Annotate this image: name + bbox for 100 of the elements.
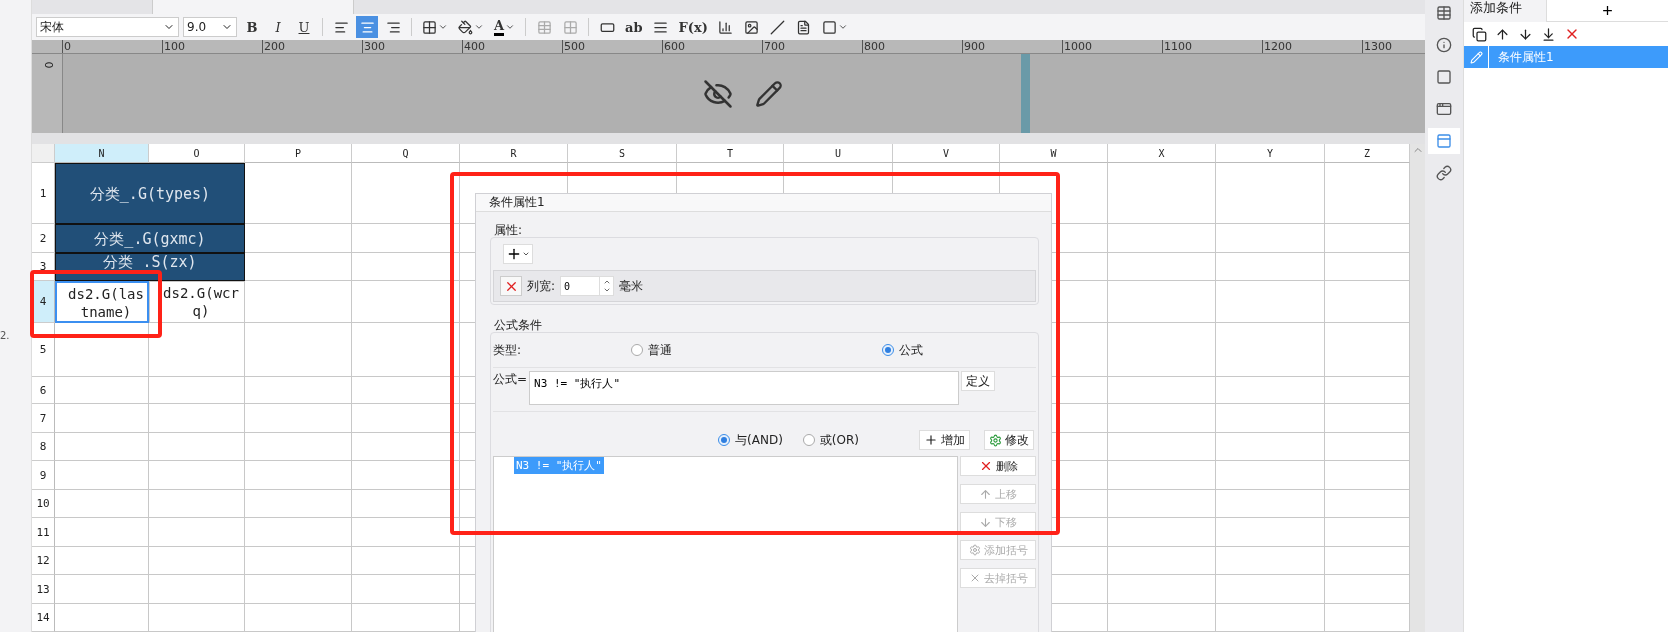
table-cell[interactable] [55,461,149,490]
table-cell[interactable] [149,575,245,604]
text-button[interactable]: ab [622,16,646,38]
logic-radio[interactable]: 与(AND) [718,431,783,449]
table-cell[interactable] [352,163,460,224]
copy-icon[interactable] [1472,26,1487,42]
add-button[interactable]: 增加 [919,430,970,450]
table-cell[interactable] [245,253,352,281]
table-cell[interactable] [245,163,352,224]
column-header[interactable]: U [784,144,893,163]
table-cell[interactable]: ds2.G(lastname) [55,281,149,323]
row-header[interactable]: 7 [32,404,55,433]
add-attribute-button[interactable] [503,244,533,264]
table-cell[interactable] [1325,377,1410,404]
column-header[interactable]: T [677,144,784,163]
table-cell[interactable] [149,377,245,404]
table-cell[interactable] [352,604,460,632]
bold-button[interactable]: B [241,16,263,38]
table-cell[interactable] [1325,163,1410,224]
table-cell[interactable] [1216,404,1325,433]
table-cell[interactable] [1108,461,1216,490]
table-cell[interactable] [55,404,149,433]
delete-button[interactable]: 删除 [960,456,1036,476]
type-radio[interactable]: 普通 [631,341,673,359]
table-cell[interactable] [1325,404,1410,433]
radio-dot[interactable] [718,434,731,446]
column-header[interactable]: O [149,144,245,163]
table-cell[interactable] [55,433,149,461]
spin-up-icon[interactable] [602,278,611,286]
table-cell[interactable] [352,547,460,575]
table-cell[interactable] [1108,604,1216,632]
table-cell[interactable] [55,604,149,632]
column-header[interactable]: Q [352,144,460,163]
table-cell[interactable] [245,604,352,632]
table-cell[interactable] [1108,433,1216,461]
column-header[interactable]: R [460,144,568,163]
arrow-up-icon[interactable] [1495,26,1510,42]
delete-button[interactable] [500,276,522,296]
table-cell[interactable] [55,490,149,518]
table-cell[interactable] [245,461,352,490]
table-cell[interactable] [245,547,352,575]
table-cell[interactable] [149,518,245,547]
arrow-down-icon[interactable] [1518,26,1533,42]
table-cell[interactable] [1325,518,1410,547]
move-bottom-icon[interactable] [1541,26,1556,42]
table-cell[interactable] [245,323,352,377]
table-cell[interactable] [149,433,245,461]
column-header[interactable]: N [55,144,149,163]
italic-button[interactable]: I [267,16,289,38]
row-header[interactable]: 13 [32,575,55,604]
table-cell[interactable] [1108,323,1216,377]
define-button[interactable]: 定义 [961,371,996,391]
column-header[interactable]: Y [1216,144,1325,163]
table-cell[interactable] [149,404,245,433]
logic-radio[interactable]: 或(OR) [802,431,859,449]
table-cell[interactable] [245,281,352,323]
table-cell[interactable] [1216,377,1325,404]
font-select[interactable]: 宋体 [36,17,179,37]
table-cell[interactable] [55,377,149,404]
table-cell[interactable] [55,323,149,377]
table-cell[interactable] [245,433,352,461]
add-tab-button[interactable]: + [1546,0,1668,22]
table-cell[interactable] [1216,461,1325,490]
modify-button[interactable]: 修改 [984,430,1034,450]
table-cell[interactable] [1216,433,1325,461]
table-cell[interactable] [1108,490,1216,518]
table-cell[interactable] [55,575,149,604]
table-cell[interactable] [1216,253,1325,281]
select-all-corner[interactable] [32,144,55,163]
radio-dot[interactable] [802,434,815,446]
row-header[interactable]: 2 [32,224,55,253]
table-cell[interactable] [1108,547,1216,575]
column-header[interactable]: W [1000,144,1108,163]
table-cell[interactable] [1216,547,1325,575]
table-cell[interactable] [245,224,352,253]
table-cell[interactable] [352,224,460,253]
formula-button[interactable]: F(x) [675,16,711,38]
pencil-icon[interactable] [755,79,783,108]
table-cell[interactable] [352,253,460,281]
radio-dot[interactable] [631,344,644,356]
width-field[interactable]: 0 [560,276,601,296]
table-cell[interactable] [1216,604,1325,632]
table-cell[interactable] [352,281,460,323]
table-cell[interactable] [1216,575,1325,604]
table-cell[interactable] [1325,281,1410,323]
radio-dot[interactable] [882,344,895,356]
table-cell[interactable] [1108,281,1216,323]
table-cell[interactable] [352,323,460,377]
table-cell[interactable] [149,323,245,377]
table-cell[interactable] [55,518,149,547]
table-cell[interactable] [352,433,460,461]
column-header[interactable]: Z [1325,144,1410,163]
table-cell[interactable] [245,575,352,604]
table-cell[interactable] [245,490,352,518]
table-cell[interactable] [149,461,245,490]
table-cell[interactable] [1216,163,1325,224]
row-header[interactable]: 10 [32,490,55,518]
eye-off-icon[interactable] [703,78,733,109]
table-cell[interactable] [1216,224,1325,253]
size-select[interactable]: 9.0 [183,17,237,37]
